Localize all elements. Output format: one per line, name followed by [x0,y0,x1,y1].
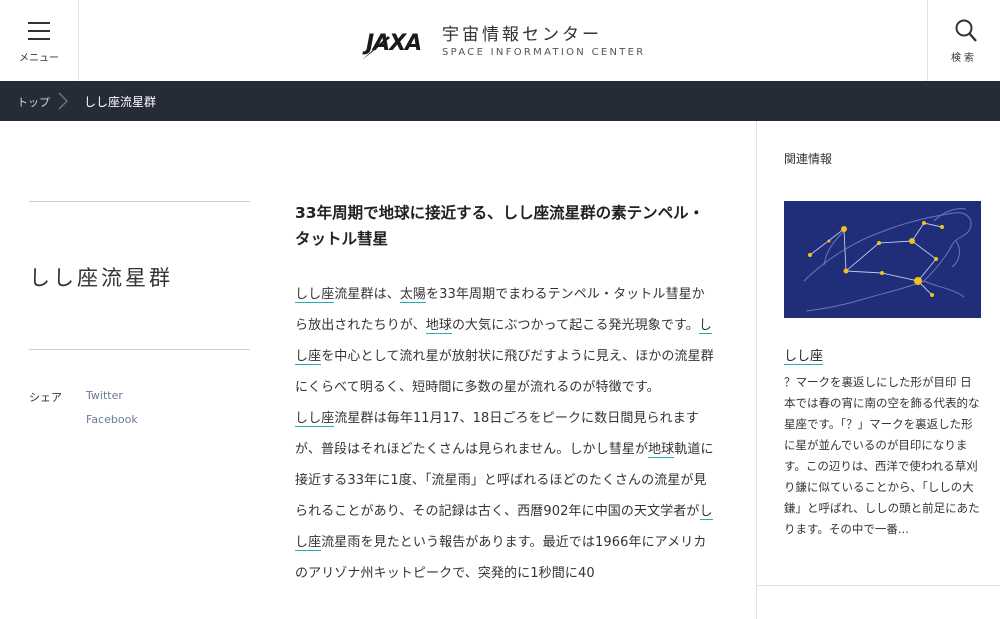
page-title: しし座流星群 [29,266,173,290]
article-link[interactable]: 地球 [425,317,452,334]
article-paragraph: しし座流星群は、太陽を33年周期でまわるテンペル・タットル彗星から放出されたちり… [295,279,715,403]
search-icon [955,19,977,42]
article-text: 流星雨を見たという報告があります。最近では1966年にアメリカのアリゾナ州キット… [295,534,707,581]
related-sidebar: 関連情報 しし座 ？マークを裏返しにした形が目印 日本では春の宵に南の空を飾る代… [784,150,981,536]
article-text: 流星群は毎年11月17、18日ごろをピークに数日間見られますが、普段はそれほどた… [295,410,699,457]
breadcrumb: トップ しし座流星群 [0,81,1000,121]
site-title-en: SPACE INFORMATION CENTER [442,47,646,58]
svg-text:JAXA: JAXA [362,31,421,56]
share-facebook-link[interactable]: Facebook [86,413,138,426]
site-title-jp: 宇宙情報センター [442,25,602,45]
menu-button[interactable]: メニュー [0,0,79,81]
article-paragraph: しし座流星群は毎年11月17、18日ごろをピークに数日間見られますが、普段はそれ… [295,403,715,589]
share-label: シェア [29,391,62,404]
breadcrumb-top-link[interactable]: トップ [17,94,50,110]
sidebar-bottom-rule [757,585,1000,586]
search-button[interactable]: 検索 [927,0,1000,81]
search-label: 検索 [951,53,977,64]
related-item-title[interactable]: しし座 [784,345,824,365]
leo-constellation-image [784,201,981,318]
chevron-right-icon [58,92,68,110]
hamburger-icon [28,22,50,46]
article-text: を中心として流れ星が放射状に飛びだすように見え、ほかの流星群にくらべて明るく、短… [295,348,714,395]
article: 33年周期で地球に接近する、しし座流星群の素テンペル・タットル彗星 しし座流星群… [295,200,715,589]
divider [29,349,250,350]
menu-label: メニュー [19,53,59,64]
share-block: シェア Twitter Facebook [29,387,250,447]
breadcrumb-current: しし座流星群 [84,95,157,109]
sidebar-divider [756,121,757,619]
article-text: の大気にぶつかって起こる発光現象です。 [451,317,699,333]
article-heading: 33年周期で地球に接近する、しし座流星群の素テンペル・タットル彗星 [295,204,705,249]
article-link[interactable]: 地球 [648,441,675,458]
share-twitter-link[interactable]: Twitter [86,389,123,402]
article-link[interactable]: 太陽 [399,286,427,303]
related-heading: 関連情報 [784,152,833,166]
site-header: メニュー JAXA 宇宙情報センター SPACE INFORMATION CEN… [0,0,1000,82]
jaxa-logo-icon: JAXA [362,31,422,60]
leo-constellation-thumbnail[interactable] [784,201,981,318]
page-title-block: しし座流星群 [29,201,250,350]
article-text: 流星群は、 [334,286,400,302]
article-link[interactable]: しし座 [295,410,335,427]
site-logo[interactable]: JAXA 宇宙情報センター SPACE INFORMATION CENTER [358,18,648,64]
related-item-description: ？マークを裏返しにした形が目印 日本では春の宵に南の空を飾る代表的な星座です。「… [784,375,980,536]
article-link[interactable]: しし座 [295,286,335,303]
